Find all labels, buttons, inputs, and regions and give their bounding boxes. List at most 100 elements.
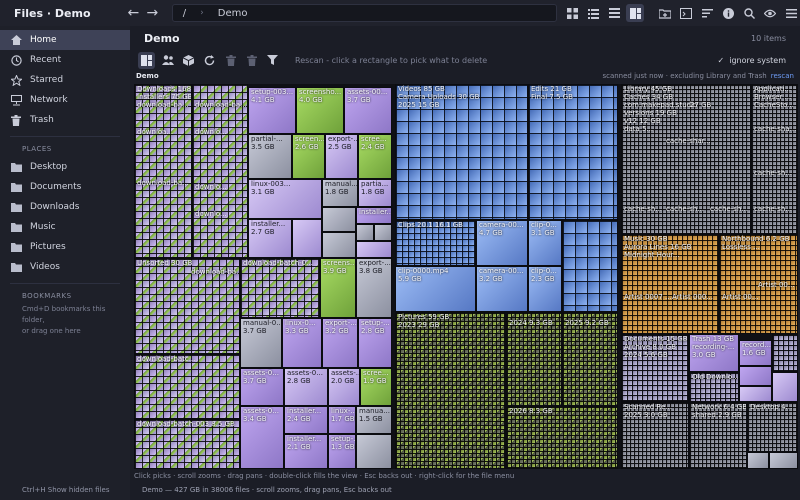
- forward-button[interactable]: →: [143, 3, 162, 23]
- treemap-pictures-2026[interactable]: 2026 8.3 GB: [506, 406, 618, 469]
- treemap-file-assets-4[interactable]: assets-... 2.0 GB: [328, 368, 360, 406]
- treemap-file-assets-5[interactable]: assets-0... 3.4 GB: [240, 406, 284, 469]
- sidebar-item-desktop[interactable]: Desktop: [0, 157, 130, 177]
- sidebar-item-starred[interactable]: Starred: [0, 70, 130, 90]
- treemap-file-lilac-d[interactable]: [739, 386, 772, 402]
- treemap-file-partial-2[interactable]: partia... 1.8 GB: [358, 179, 392, 207]
- treemap-file-screens-4[interactable]: screens... 3.9 GB: [320, 258, 356, 318]
- treemap-file-export-3[interactable]: export-... 3.2 GB: [322, 318, 358, 368]
- treemap-file-clip-0000[interactable]: clip-0000.mp4 5.9 GB: [395, 266, 476, 312]
- treemap-file-gray-d[interactable]: [374, 224, 392, 241]
- treemap-download-batch-6[interactable]: download-batch-0...: [240, 258, 320, 318]
- treemap-file-recording[interactable]: record... 1.6 GB: [739, 340, 772, 366]
- treemap-file-screen-3[interactable]: scree... 2.4 GB: [358, 134, 392, 179]
- treemap-clips[interactable]: Clips 20.1 16.1 GB: [395, 220, 476, 266]
- ignore-system-toggle[interactable]: ✓ ignore system: [718, 56, 786, 65]
- treemap-file-lilac-b[interactable]: [356, 241, 392, 258]
- sidebar-item-pictures[interactable]: Pictures: [0, 237, 130, 257]
- treemap-trash-small[interactable]: [772, 334, 798, 372]
- sort-button[interactable]: [698, 4, 716, 22]
- details-view-button[interactable]: [605, 4, 623, 22]
- treemap-file-installer-small[interactable]: installer...: [356, 207, 392, 224]
- treemap-file-installer-3[interactable]: installer... 2.4 GB: [284, 406, 328, 434]
- treemap-file-installer-4[interactable]: installer... 2.1 GB: [284, 434, 328, 469]
- treemap-file-setup-2[interactable]: setup-... 2.8 GB: [358, 318, 392, 368]
- treemap-file-gray-b[interactable]: [322, 232, 356, 258]
- treemap-file-assets[interactable]: assets-00... 3.7 GB: [344, 87, 392, 134]
- treemap-file-lilac-a[interactable]: [292, 219, 322, 258]
- treemap-file-manual-2[interactable]: manual-0... 3.7 GB: [240, 318, 282, 368]
- treemap-file-manua-3[interactable]: manua... 1.5 GB: [356, 406, 392, 434]
- menu-button[interactable]: [782, 4, 800, 22]
- treemap-file-gray-a[interactable]: [322, 207, 356, 232]
- treemap-file-linux[interactable]: linux-003... 3.1 GB: [248, 179, 322, 219]
- treemap-desktop[interactable]: Desktop 4...: [747, 402, 798, 452]
- treemap-file-assets-3[interactable]: assets-0... 2.8 GB: [284, 368, 328, 406]
- users-button[interactable]: [159, 52, 176, 69]
- treemap-file-installer[interactable]: installer... 2.7 GB: [248, 219, 292, 258]
- treemap-unsorted[interactable]: Unsorted 30 GB download-ba...: [134, 258, 240, 354]
- treemap-pictures[interactable]: Pictures 59 GB 2023 29 GB: [395, 312, 506, 469]
- path-current[interactable]: Demo: [218, 8, 248, 19]
- treemap-file-lilac-c[interactable]: [772, 372, 798, 402]
- treemap-download-batch-9[interactable]: download-batc...: [134, 354, 240, 419]
- treemap-view-button[interactable]: [626, 4, 645, 22]
- treemap-applications[interactable]: Applicati... Browser ... CacheSto... cac…: [751, 84, 798, 234]
- treemap-file-clip-2[interactable]: clip-0... 2.3 GB: [528, 266, 562, 312]
- treemap-download-batch-003[interactable]: download-batch-003 8.5 GB: [134, 419, 240, 469]
- treemap-file-camera[interactable]: camera-00... 4.7 GB: [476, 220, 528, 266]
- sidebar-item-network[interactable]: Network: [0, 90, 130, 110]
- treemap-northbound[interactable]: Northbound 6.2 GB Lossless ... Artist 00…: [719, 234, 798, 334]
- treemap-file-assets-2[interactable]: assets-0... 3.7 GB: [240, 368, 284, 406]
- filter-button[interactable]: [264, 52, 281, 69]
- terminal-button[interactable]: [677, 4, 695, 22]
- treemap-download-batch-group[interactable]: download-ba... downlo... downlo... downl…: [192, 84, 248, 258]
- sidebar-item-home[interactable]: Home: [0, 30, 130, 50]
- treemap-file-scree-5[interactable]: scree... 1.9 GB: [360, 368, 392, 406]
- treemap-file-gray-c[interactable]: [356, 224, 374, 241]
- sidebar-item-recent[interactable]: Recent: [0, 50, 130, 70]
- treemap-videos-small[interactable]: [562, 220, 618, 312]
- treemap-file-linux-2[interactable]: linux-0... 3.3 GB: [282, 318, 322, 368]
- info-button[interactable]: [719, 4, 737, 22]
- sidebar-item-videos[interactable]: Videos: [0, 257, 130, 277]
- treemap-file-manual[interactable]: manual... 1.8 GB: [322, 179, 358, 207]
- treemap-file-gray-f[interactable]: [747, 452, 769, 469]
- path-bar[interactable]: / › Demo: [171, 4, 558, 22]
- treemap-file-export-2[interactable]: export-... 3.8 GB: [356, 258, 392, 318]
- treemap-network[interactable]: Network 6.4 GB shared 2.9 GB: [689, 402, 747, 469]
- treemap-file-screenshot[interactable]: screensho... 4.0 GB: [296, 87, 344, 134]
- treemap-scanned-receipts[interactable]: Scanned Re... 2025 3.0 GB: [621, 402, 689, 469]
- treemap-downloads-installers[interactable]: Downloads 168 GB Installers 75 GB downlo…: [134, 84, 192, 258]
- treemap-pictures-2024[interactable]: 2024 9.3 GB: [506, 312, 562, 406]
- treemap-videos[interactable]: Videos 85 GB Camera Uploads 30 GB 2025 1…: [395, 84, 528, 220]
- back-button[interactable]: ←: [124, 3, 143, 23]
- treemap-file-export[interactable]: export-... 2.5 GB: [325, 134, 358, 179]
- show-hidden-hint[interactable]: Ctrl+H Show hidden files: [22, 486, 109, 494]
- grid-view-button[interactable]: [563, 4, 581, 22]
- treemap-library[interactable]: Library 45 GB Caches 34 GB com.makepad.s…: [621, 84, 751, 234]
- treemap-file-partial[interactable]: partial-... 3.5 GB: [248, 134, 292, 179]
- treemap-file-setup[interactable]: setup-003... 4.1 GB: [248, 87, 296, 134]
- treemap-documents[interactable]: Documents 15 GB Archive 8.0 GB 2024 5.6 …: [621, 334, 689, 402]
- delete-button[interactable]: [222, 52, 239, 69]
- treemap-file-clip[interactable]: clip-0... 3.1 GB: [528, 220, 562, 266]
- rescan-link[interactable]: rescan: [771, 72, 794, 80]
- treemap-file-linux-3[interactable]: linux-... 1.7 GB: [328, 406, 356, 434]
- treemap-file-setup-3[interactable]: setup-... 1.3 GB: [328, 434, 356, 469]
- breadcrumb-demo[interactable]: Demo: [136, 72, 159, 80]
- sidebar-item-documents[interactable]: Documents: [0, 177, 130, 197]
- treemap-old-downloads[interactable]: Old Downlo...: [689, 372, 739, 402]
- treemap-file-gray-g[interactable]: [769, 452, 798, 469]
- treemap-file-screen-2[interactable]: screen... 2.6 GB: [292, 134, 325, 179]
- search-button[interactable]: [740, 4, 758, 22]
- treemap-music[interactable]: Music 30 GB Aurora Lines 16 GB Midnight …: [621, 234, 719, 334]
- refresh-button[interactable]: [201, 52, 218, 69]
- sidebar-item-trash[interactable]: Trash: [0, 110, 130, 130]
- list-view-button[interactable]: [584, 4, 602, 22]
- path-root[interactable]: /: [183, 8, 186, 19]
- treemap-edits[interactable]: Edits 21 GB Final 7.5 GB: [528, 84, 618, 220]
- sidebar-item-music[interactable]: Music: [0, 217, 130, 237]
- delete-all-button[interactable]: [243, 52, 260, 69]
- treemap-file-purple-a[interactable]: [739, 366, 772, 386]
